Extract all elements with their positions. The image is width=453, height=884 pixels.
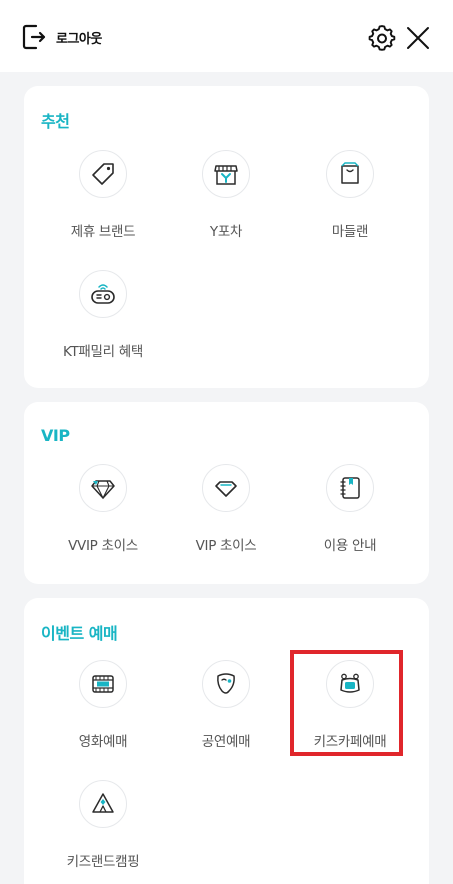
section-title: 이벤트 예매 (41, 624, 118, 643)
robot-icon (91, 284, 115, 304)
menu-item-label: 영화예매 (78, 734, 128, 750)
diamond-outline-icon (215, 481, 237, 497)
theater-mask-icon (217, 673, 235, 694)
menu-item-kidsland-camping[interactable]: 키즈랜드캠핑 (41, 780, 165, 872)
menu-item-partner-brand[interactable]: 제휴 브랜드 (41, 150, 165, 242)
tag-icon (92, 163, 114, 185)
menu-item-kt-family[interactable]: KT패밀리 혜택 (41, 270, 165, 362)
menu-item-label: Y포차 (209, 224, 243, 240)
film-icon (92, 675, 114, 693)
section-event-booking: 이벤트 예매 영화예매 공연예매 키즈카페예매 키즈랜드캠핑 (24, 598, 429, 884)
notebook-icon (340, 477, 360, 499)
menu-item-movie-booking[interactable]: 영화예매 (41, 660, 165, 752)
store-y-icon (214, 165, 238, 185)
logout-label: 로그아웃 (56, 31, 102, 47)
menu-item-label: VVIP 초이스 (68, 538, 138, 554)
diamond-icon (91, 480, 115, 500)
menu-item-label: KT패밀리 혜택 (62, 344, 144, 360)
kids-cafe-icon (340, 673, 360, 693)
gear-icon[interactable] (368, 24, 396, 52)
shopping-bag-icon (341, 162, 359, 184)
menu-item-label: 공연예매 (201, 734, 251, 750)
menu-item-kids-cafe-booking[interactable]: 키즈카페예매 (288, 660, 412, 752)
menu-item-label: 마들랜 (331, 224, 369, 240)
section-title: VIP (41, 426, 70, 445)
section-title: 추천 (41, 112, 70, 131)
logout-icon (22, 24, 46, 50)
section-vip: VIP VVIP 초이스 VIP 초이스 이용 안내 (24, 402, 429, 584)
menu-item-label: 키즈카페예매 (313, 734, 387, 750)
menu-item-vip-choice[interactable]: VIP 초이스 (164, 464, 288, 556)
section-recommend: 추천 제휴 브랜드 Y포차 마들랜 KT패밀리 혜택 (24, 86, 429, 388)
menu-item-y-pocha[interactable]: Y포차 (164, 150, 288, 242)
menu-item-label: 제휴 브랜드 (70, 224, 136, 240)
menu-item-show-booking[interactable]: 공연예매 (164, 660, 288, 752)
menu-item-label: 키즈랜드캠핑 (66, 854, 140, 870)
menu-item-madeleine[interactable]: 마들랜 (288, 150, 412, 242)
menu-item-usage-guide[interactable]: 이용 안내 (288, 464, 412, 556)
menu-item-vvip-choice[interactable]: VVIP 초이스 (41, 464, 165, 556)
close-icon[interactable] (404, 24, 432, 52)
menu-item-label: 이용 안내 (323, 538, 377, 554)
menu-item-label: VIP 초이스 (195, 538, 257, 554)
logout-button[interactable]: 로그아웃 (22, 24, 102, 50)
top-bar: 로그아웃 (0, 0, 453, 72)
tent-icon (92, 793, 114, 813)
